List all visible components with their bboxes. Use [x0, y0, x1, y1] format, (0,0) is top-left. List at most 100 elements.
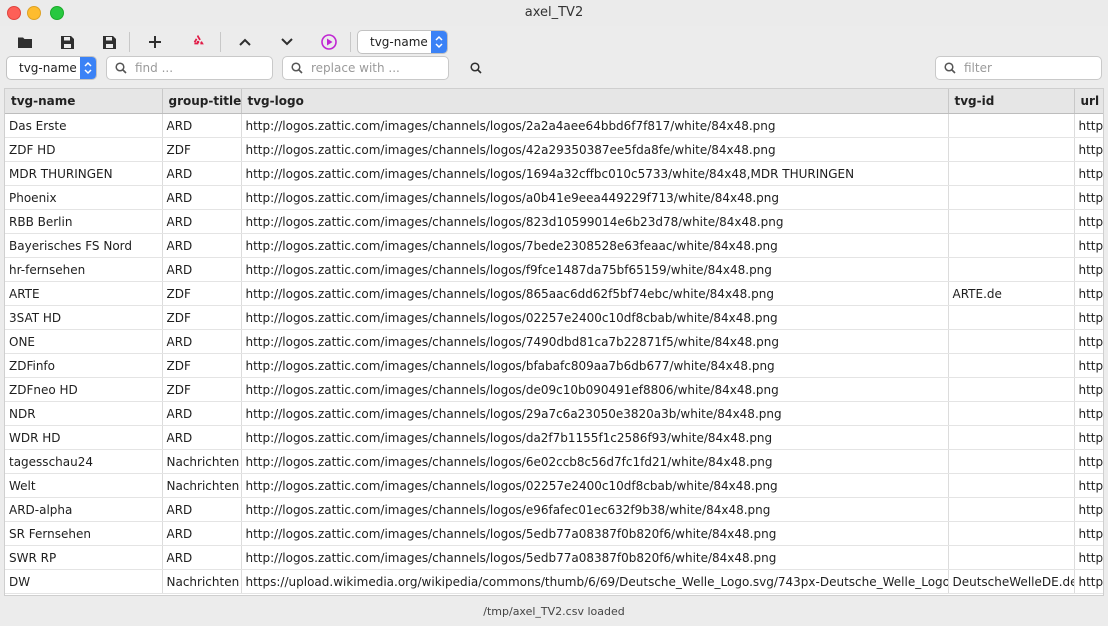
cell-tvg-name[interactable]: Phoenix	[5, 185, 163, 210]
cell-tvg-id[interactable]	[948, 113, 1075, 138]
cell-url[interactable]: https	[1074, 473, 1103, 498]
cell-group-title[interactable]: ARD	[162, 185, 242, 210]
cell-tvg-id[interactable]	[948, 521, 1075, 546]
cell-url[interactable]: http:	[1074, 113, 1103, 138]
cell-tvg-name[interactable]: ZDFinfo	[5, 353, 163, 378]
cell-url[interactable]: http:	[1074, 233, 1103, 258]
cell-tvg-id[interactable]	[948, 257, 1075, 282]
table-row[interactable]: ARTE ZDF http://logos.zattic.com/images/ch…	[5, 281, 1103, 306]
cell-tvg-id[interactable]	[948, 209, 1075, 234]
table-row[interactable]: WDR HD ARD http://logos.zattic.com/images/…	[5, 425, 1103, 450]
cell-tvg-name[interactable]: DW	[5, 569, 163, 594]
filter-input[interactable]	[962, 60, 1097, 76]
cell-url[interactable]: https	[1074, 185, 1103, 210]
cell-url[interactable]: http:	[1074, 521, 1103, 546]
table-row[interactable]: ONE ARD http://logos.zattic.com/images/cha…	[5, 329, 1103, 354]
cell-tvg-name[interactable]: 3SAT HD	[5, 305, 163, 330]
cell-url[interactable]: http:	[1074, 377, 1103, 402]
cell-tvg-logo[interactable]: http://logos.zattic.com/images/channels/…	[241, 161, 949, 186]
column-header-tvg-id[interactable]: tvg-id	[948, 89, 1075, 114]
table-row[interactable]: Welt Nachrichten http://logos.zattic.com/i…	[5, 473, 1103, 498]
cell-tvg-name[interactable]: NDR	[5, 401, 163, 426]
cell-url[interactable]: http:	[1074, 425, 1103, 450]
cell-url[interactable]: https	[1074, 569, 1103, 594]
column-header-url[interactable]: url	[1074, 89, 1103, 114]
table-row[interactable]: ZDFneo HD ZDF http://logos.zattic.com/imag…	[5, 377, 1103, 402]
cell-group-title[interactable]: ARD	[162, 401, 242, 426]
table-row[interactable]: Bayerisches FS Nord ARD http://logos.zatti…	[5, 233, 1103, 258]
cell-tvg-logo[interactable]: https://upload.wikimedia.org/wikipedia/c…	[241, 569, 949, 594]
cell-url[interactable]: http:	[1074, 305, 1103, 330]
cell-tvg-name[interactable]: Welt	[5, 473, 163, 498]
cell-group-title[interactable]: ZDF	[162, 281, 242, 306]
cell-tvg-logo[interactable]: http://logos.zattic.com/images/channels/…	[241, 257, 949, 282]
cell-url[interactable]: http:	[1074, 353, 1103, 378]
cell-tvg-id[interactable]	[948, 401, 1075, 426]
cell-tvg-id[interactable]	[948, 377, 1075, 402]
cell-tvg-logo[interactable]: http://logos.zattic.com/images/channels/…	[241, 113, 949, 138]
cell-tvg-logo[interactable]: http://logos.zattic.com/images/channels/…	[241, 281, 949, 306]
cell-tvg-id[interactable]: DeutscheWelleDE.de	[948, 569, 1075, 594]
replace-input[interactable]	[309, 60, 444, 76]
cell-group-title[interactable]: ARD	[162, 257, 242, 282]
cell-tvg-logo[interactable]: http://logos.zattic.com/images/channels/…	[241, 545, 949, 570]
column-header-group-title[interactable]: group-title	[162, 89, 242, 114]
cell-group-title[interactable]: ZDF	[162, 305, 242, 330]
cell-group-title[interactable]: Nachrichten	[162, 569, 242, 594]
cell-tvg-id[interactable]	[948, 329, 1075, 354]
cell-tvg-logo[interactable]: http://logos.zattic.com/images/channels/…	[241, 497, 949, 522]
table-row[interactable]: Das Erste ARD http://logos.zattic.com/imag…	[5, 113, 1103, 138]
cell-tvg-id[interactable]	[948, 545, 1075, 570]
save-button[interactable]	[55, 31, 79, 53]
cell-tvg-id[interactable]	[948, 137, 1075, 162]
cell-url[interactable]: http:	[1074, 497, 1103, 522]
table-row[interactable]: SR Fernsehen ARD http://logos.zattic.com/i…	[5, 521, 1103, 546]
cell-group-title[interactable]: ARD	[162, 233, 242, 258]
cell-tvg-name[interactable]: Das Erste	[5, 113, 163, 138]
cell-url[interactable]: https	[1074, 161, 1103, 186]
cell-tvg-logo[interactable]: http://logos.zattic.com/images/channels/…	[241, 425, 949, 450]
cell-tvg-name[interactable]: ZDF HD	[5, 137, 163, 162]
cell-url[interactable]: https	[1074, 545, 1103, 570]
table-row[interactable]: ARD-alpha ARD http://logos.zattic.com/imag…	[5, 497, 1103, 522]
replace-field[interactable]	[282, 56, 449, 80]
cell-tvg-logo[interactable]: http://logos.zattic.com/images/channels/…	[241, 329, 949, 354]
table-row[interactable]: hr-fernsehen ARD http://logos.zattic.com/i…	[5, 257, 1103, 282]
cell-tvg-logo[interactable]: http://logos.zattic.com/images/channels/…	[241, 305, 949, 330]
cell-tvg-logo[interactable]: http://logos.zattic.com/images/channels/…	[241, 521, 949, 546]
cell-tvg-logo[interactable]: http://logos.zattic.com/images/channels/…	[241, 377, 949, 402]
cell-url[interactable]: https	[1074, 281, 1103, 306]
reload-button[interactable]	[186, 31, 210, 53]
find-field[interactable]	[106, 56, 273, 80]
cell-group-title[interactable]: Nachrichten	[162, 449, 242, 474]
cell-tvg-logo[interactable]: http://logos.zattic.com/images/channels/…	[241, 449, 949, 474]
table-row[interactable]: ZDF HD ZDF http://logos.zattic.com/images/…	[5, 137, 1103, 162]
table-row[interactable]: RBB Berlin ARD http://logos.zattic.com/ima…	[5, 209, 1103, 234]
cell-group-title[interactable]: ARD	[162, 113, 242, 138]
cell-tvg-id[interactable]	[948, 473, 1075, 498]
cell-tvg-id[interactable]	[948, 233, 1075, 258]
table-row[interactable]: SWR RP ARD http://logos.zattic.com/images/…	[5, 545, 1103, 570]
cell-url[interactable]: https	[1074, 209, 1103, 234]
cell-group-title[interactable]: ARD	[162, 545, 242, 570]
cell-tvg-logo[interactable]: http://logos.zattic.com/images/channels/…	[241, 137, 949, 162]
filter-field[interactable]	[935, 56, 1102, 80]
cell-url[interactable]: http:	[1074, 329, 1103, 354]
cell-tvg-name[interactable]: ARTE	[5, 281, 163, 306]
find-input[interactable]	[133, 60, 268, 76]
cell-url[interactable]: http:	[1074, 137, 1103, 162]
move-down-button[interactable]	[275, 31, 299, 53]
cell-tvg-name[interactable]: hr-fernsehen	[5, 257, 163, 282]
sort-column-select[interactable]: tvg-name	[357, 30, 448, 54]
cell-group-title[interactable]: ZDF	[162, 353, 242, 378]
cell-tvg-id[interactable]: ARTE.de	[948, 281, 1075, 306]
cell-group-title[interactable]: ARD	[162, 161, 242, 186]
cell-group-title[interactable]: ARD	[162, 425, 242, 450]
cell-tvg-logo[interactable]: http://logos.zattic.com/images/channels/…	[241, 233, 949, 258]
cell-tvg-name[interactable]: RBB Berlin	[5, 209, 163, 234]
cell-url[interactable]: http:	[1074, 401, 1103, 426]
cell-tvg-id[interactable]	[948, 353, 1075, 378]
search-column-select[interactable]: tvg-name	[6, 56, 97, 80]
table-row[interactable]: 3SAT HD ZDF http://logos.zattic.com/images…	[5, 305, 1103, 330]
cell-group-title[interactable]: ARD	[162, 209, 242, 234]
